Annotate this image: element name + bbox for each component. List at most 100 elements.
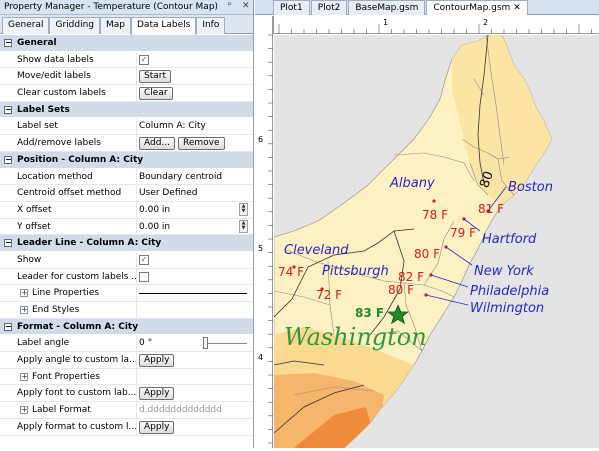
row-show-data-labels: Show data labels ✓ [0,51,253,69]
row-apply-format: Apply format to custom l... Apply [0,418,253,436]
leader-show-checkbox[interactable]: ✓ [139,254,149,265]
row-centroid-offset-method: Centroid offset method User Defined [0,185,253,202]
label-clear-custom-labels: Clear custom labels [0,85,137,101]
expand-icon[interactable]: + [20,306,28,314]
label-apply-format: Apply format to custom l... [0,418,137,435]
start-button[interactable]: Start [139,70,171,84]
horizontal-ruler: 1 2 [274,16,599,34]
expand-icon[interactable]: + [20,372,28,381]
label-set-select[interactable]: Column A: City [139,120,206,131]
tab-contourmap[interactable]: ContourMap.gsm ✕ [426,0,528,15]
map-canvas[interactable]: 80 78 F 81 F 79 F 80 F 82 F 80 F 74 F 72… [274,35,599,448]
section-format[interactable]: − Format - Column A: City [0,318,253,336]
leader-custom-checkbox[interactable] [139,271,149,282]
temp-philadelphia: 82 F [398,270,424,284]
centroid-offset-method-select[interactable]: User Defined [139,187,197,198]
label-format-value: d.ddddddddddddd [139,405,222,416]
label-font-properties[interactable]: + Font Properties [0,368,137,385]
expand-icon[interactable]: + [20,289,28,298]
ruler-label-5: 5 [258,244,263,253]
temp-washington: 83 F [355,306,384,320]
row-label-set: Label set Column A: City [0,118,253,136]
tab-plot1[interactable]: Plot1 [273,0,310,15]
apply-font-button[interactable]: Apply [139,387,175,401]
label-x-offset: X offset [0,201,137,218]
vertical-ruler-ticks: 6 5 4 [258,34,273,444]
clear-button[interactable]: Clear [139,87,173,101]
label-location-method: Location method [0,168,137,185]
tab-map[interactable]: Map [100,17,131,34]
city-philadelphia: Philadelphia [470,284,549,299]
section-leader-line[interactable]: − Leader Line - Column A: City [0,235,253,252]
label-label-format[interactable]: + Label Format [0,402,137,418]
section-general[interactable]: − General [0,35,253,52]
add-button[interactable]: Add... [139,137,176,151]
temp-wilmington: 80 F [388,283,414,297]
label-angle-slider-track [207,343,247,345]
y-offset-input[interactable]: 0.00 in [139,221,170,232]
city-cleveland: Cleveland [284,243,349,258]
row-line-properties[interactable]: + Line Properties [0,285,253,302]
location-method-select[interactable]: Boundary centroid [139,171,222,182]
collapse-icon[interactable]: − [4,105,12,114]
property-manager-title-bar: Property Manager - Temperature (Contour … [0,0,253,15]
close-icon[interactable]: ✕ [242,1,250,11]
collapse-icon[interactable]: − [4,39,12,47]
label-angle-input[interactable]: 0 ° [139,337,152,348]
row-add-remove-labels: Add/remove labels Add... Remove [0,135,253,152]
apply-angle-button[interactable]: Apply [139,354,175,368]
row-apply-angle: Apply angle to custom la... Apply [0,352,253,369]
label-line-properties[interactable]: + Line Properties [0,285,137,301]
temp-albany: 78 F [422,208,448,222]
close-tab-icon[interactable]: ✕ [513,3,521,13]
temp-new-york: 80 F [414,247,440,261]
tab-plot2[interactable]: Plot2 [310,0,348,15]
remove-button[interactable]: Remove [178,137,225,151]
collapse-icon[interactable]: − [4,155,12,164]
collapse-icon[interactable]: − [4,322,12,331]
row-location-method: Location method Boundary centroid [0,168,253,186]
ruler-label-4: 4 [258,353,263,362]
tab-general[interactable]: General [2,17,50,34]
city-wilmington: Wilmington [470,301,544,316]
ruler-label-1: 1 [383,18,388,27]
label-apply-font: Apply font to custom lab... [0,385,137,402]
ruler-label-2: 2 [483,18,488,27]
point-albany [432,199,436,203]
x-offset-input[interactable]: 0.00 in [139,204,170,215]
expand-icon[interactable]: + [20,406,28,415]
show-data-labels-checkbox[interactable]: ✓ [139,54,149,65]
line-preview [139,293,247,295]
section-label-sets[interactable]: − Label Sets [0,101,253,119]
label-end-styles[interactable]: + End Styles [0,302,137,318]
city-boston: Boston [508,180,553,195]
vertical-ruler: 6 5 4 [255,16,273,448]
x-offset-spinner[interactable]: ▲ ▼ [239,202,248,216]
tab-gridding[interactable]: Gridding [49,17,100,34]
row-x-offset: X offset 0.00 in ▲ ▼ [0,201,253,219]
label-label-set: Label set [0,118,137,135]
section-position[interactable]: − Position - Column A: City [0,151,253,169]
tab-basemap[interactable]: BaseMap.gsm [348,0,426,15]
collapse-icon[interactable]: − [4,239,12,248]
apply-format-button[interactable]: Apply [139,420,175,434]
temp-cleveland: 74 F [278,265,304,279]
city-pittsburgh: Pittsburgh [322,264,389,279]
city-hartford: Hartford [482,232,537,247]
property-manager-title: Property Manager - Temperature (Contour … [4,2,219,12]
label-angle-slider-thumb[interactable] [203,337,208,350]
pin-icon[interactable]: ᵖ [228,1,232,11]
temp-hartford: 79 F [450,226,476,240]
label-apply-angle: Apply angle to custom la... [0,352,137,368]
label-show-data-labels: Show data labels [0,51,137,68]
y-offset-spinner[interactable]: ▲ ▼ [239,219,248,233]
row-leader-show: Show ✓ [0,251,253,269]
tab-info[interactable]: Info [196,17,226,34]
row-label-format[interactable]: + Label Format d.ddddddddddddd [0,402,253,419]
horizontal-ruler-ticks: 1 2 [278,18,592,34]
contour-map[interactable]: 80 78 F 81 F 79 F 80 F 82 F 80 F 74 F 72… [274,35,599,448]
row-end-styles[interactable]: + End Styles [0,302,253,319]
city-albany: Albany [389,176,435,191]
row-font-properties[interactable]: + Font Properties [0,368,253,386]
tab-data-labels[interactable]: Data Labels [131,17,197,35]
